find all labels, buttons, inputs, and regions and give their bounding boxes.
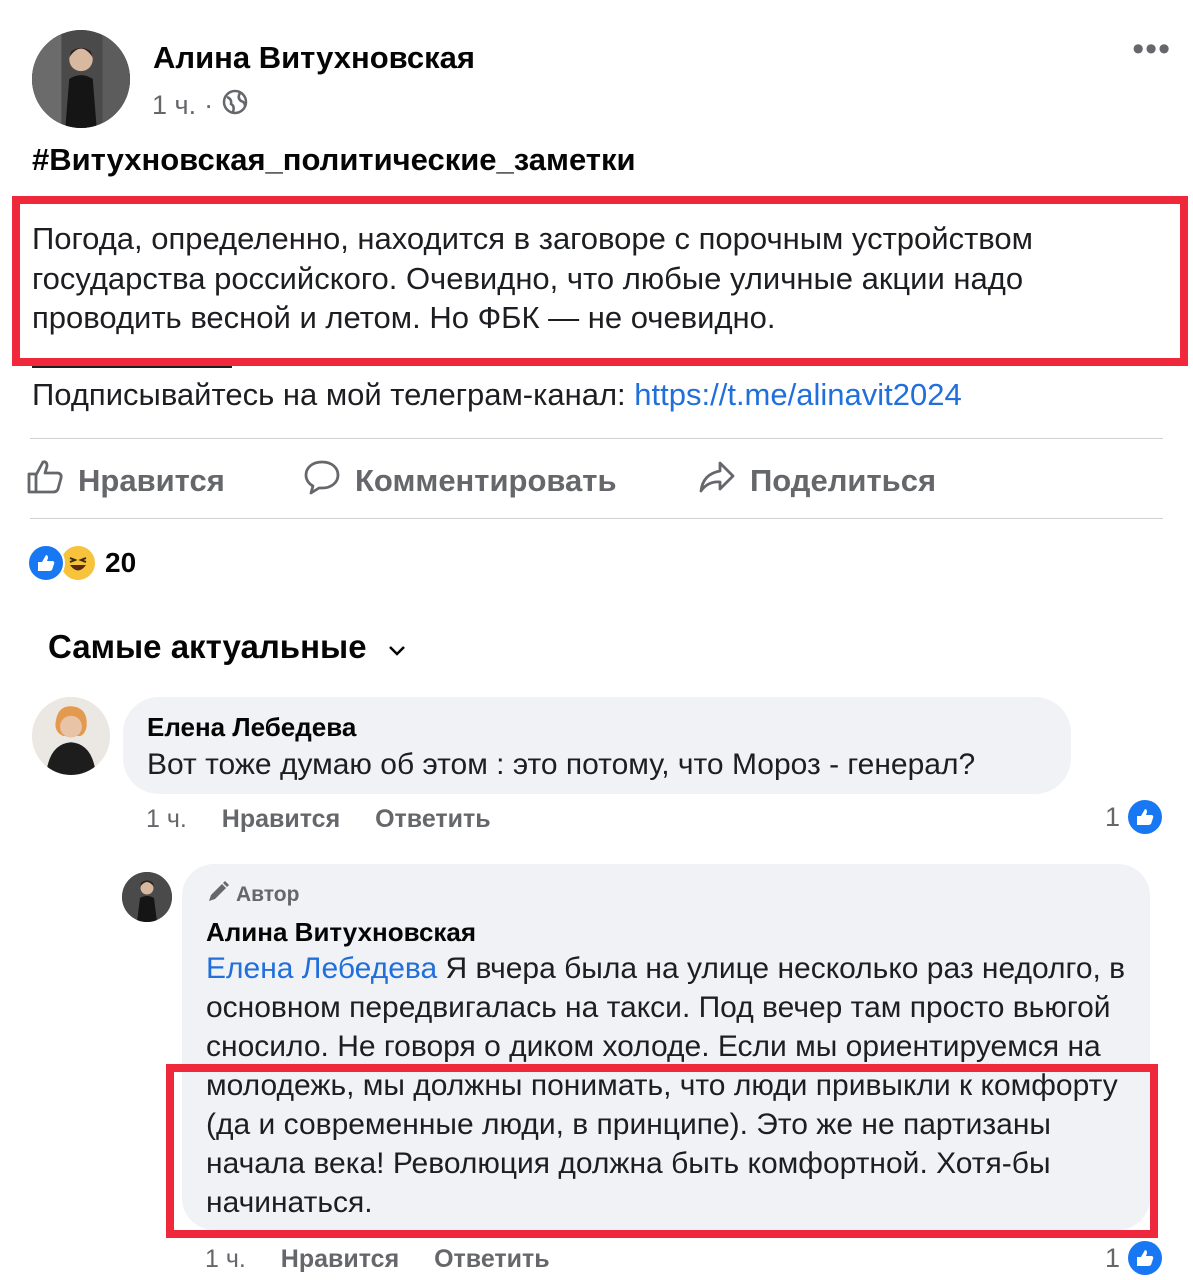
comment-reply-link[interactable]: Ответить xyxy=(375,805,491,833)
highlight-box-reply xyxy=(166,1064,1158,1238)
reply-avatar[interactable] xyxy=(122,872,172,922)
commenter-avatar[interactable] xyxy=(32,697,110,775)
globe-icon xyxy=(221,88,249,123)
reply-likes-count: 1 xyxy=(1104,1242,1120,1273)
share-button-label: Поделиться xyxy=(750,463,937,498)
comment-meta: 1 ч. Нравится Ответить xyxy=(146,805,491,834)
comment-icon xyxy=(303,458,341,504)
post-hashtag[interactable]: #Витухновская_политические_заметки xyxy=(32,142,636,178)
thumbs-up-icon xyxy=(26,458,64,504)
reply-like-link[interactable]: Нравится xyxy=(281,1245,399,1273)
post-time[interactable]: 1 ч. xyxy=(152,90,196,121)
like-button[interactable]: Нравится xyxy=(26,458,225,504)
share-button[interactable]: Поделиться xyxy=(698,458,936,504)
like-button-label: Нравится xyxy=(78,463,225,498)
chevron-down-icon xyxy=(387,628,407,666)
comment-sort-dropdown[interactable]: Самые актуальные xyxy=(48,628,407,666)
reply-mention[interactable]: Елена Лебедева xyxy=(206,952,437,985)
like-icon xyxy=(1128,1241,1162,1275)
comment-button[interactable]: Комментировать xyxy=(303,458,617,504)
reply-meta: 1 ч. Нравится Ответить xyxy=(205,1245,550,1274)
actions-divider-top xyxy=(30,438,1163,439)
actions-divider-bottom xyxy=(30,518,1163,519)
text-separator xyxy=(32,366,232,368)
comment-like-link[interactable]: Нравится xyxy=(222,805,340,833)
post-meta: 1 ч. · xyxy=(152,88,249,123)
comment-bubble: Елена Лебедева Вот тоже думаю об этом : … xyxy=(123,697,1071,794)
author-avatar[interactable] xyxy=(32,30,130,128)
reactions-count: 20 xyxy=(105,547,137,578)
comment-author[interactable]: Елена Лебедева xyxy=(147,712,356,743)
share-icon xyxy=(698,458,736,504)
telegram-link[interactable]: https://t.me/alinavit2024 xyxy=(634,377,961,412)
comment-time[interactable]: 1 ч. xyxy=(146,805,187,833)
pencil-icon xyxy=(206,880,230,910)
reply-author[interactable]: Алина Витухновская xyxy=(206,917,476,948)
author-badge-label: Автор xyxy=(236,883,300,906)
comment-text: Вот тоже думаю об этом : это потому, что… xyxy=(147,748,976,781)
subscribe-line: Подписывайтесь на мой телеграм-канал: ht… xyxy=(32,377,962,413)
comment-likes-count: 1 xyxy=(1104,801,1120,832)
reactions-summary[interactable]: 20 xyxy=(27,544,136,582)
like-icon xyxy=(27,544,65,582)
comment-button-label: Комментировать xyxy=(355,463,617,498)
post-author[interactable]: Алина Витухновская xyxy=(153,40,475,76)
reply-reply-link[interactable]: Ответить xyxy=(434,1245,550,1273)
post-text: Погода, определенно, находится в заговор… xyxy=(32,221,1033,335)
comment-sort-label: Самые актуальные xyxy=(48,628,367,665)
subscribe-text: Подписывайтесь на мой телеграм-канал: xyxy=(32,377,635,412)
like-icon xyxy=(1128,800,1162,834)
more-options-icon[interactable]: ••• xyxy=(1132,30,1171,69)
author-badge: Автор xyxy=(206,880,299,910)
reply-likes[interactable]: 1 xyxy=(1105,1241,1162,1275)
reply-time[interactable]: 1 ч. xyxy=(205,1245,246,1273)
meta-dot: · xyxy=(204,90,214,120)
comment-likes[interactable]: 1 xyxy=(1105,800,1162,834)
